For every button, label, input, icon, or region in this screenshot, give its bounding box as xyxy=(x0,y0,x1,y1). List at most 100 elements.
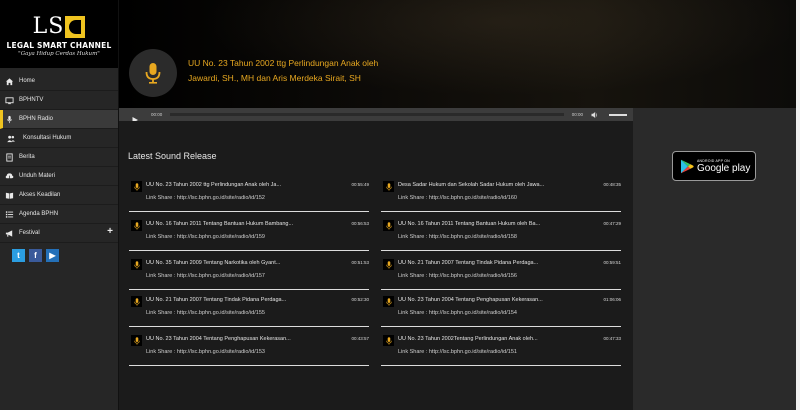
now-playing-microphone-icon xyxy=(129,49,177,97)
microphone-icon xyxy=(131,335,142,346)
track-title: UU No. 23 Tahun 2002Tentang Perlindungan… xyxy=(398,336,538,342)
sidebar-item-label: Agenda BPHN xyxy=(19,211,59,217)
social-links: t f ▶ xyxy=(0,243,118,262)
track-item[interactable]: UU No. 16 Tahun 2011 Tentang Bantuan Huk… xyxy=(129,217,369,251)
sidebar-item-label: BPHN Radio xyxy=(19,116,54,122)
track-duration: 01:06:06 xyxy=(603,297,621,302)
track-item[interactable]: UU No. 23 Tahun 2002 ttg Perlindungan An… xyxy=(129,178,369,212)
home-icon xyxy=(4,76,14,86)
microphone-icon xyxy=(4,114,14,124)
track-item[interactable]: UU No. 16 Tahun 2011 Tentang Bantuan Huk… xyxy=(381,217,621,251)
people-icon xyxy=(6,133,16,143)
volume-icon[interactable] xyxy=(591,111,599,119)
microphone-icon xyxy=(383,220,394,231)
list-icon xyxy=(4,209,14,219)
section-title: Latest Sound Release xyxy=(128,151,217,161)
google-play-badge[interactable]: ANDROID APP ON Google play xyxy=(672,151,756,181)
sidebar-item-label: Konsultasi Hukum xyxy=(23,135,72,141)
main-content: Latest Sound Release UU No. 23 Tahun 200… xyxy=(119,121,633,410)
book-icon xyxy=(4,190,14,200)
sidebar-item-label: Festival xyxy=(19,230,40,236)
track-item[interactable]: Desa Sadar Hukum dan Sekolah Sadar Hukum… xyxy=(381,178,621,212)
tv-icon xyxy=(4,95,14,105)
logo-tagline: "Gaya Hidup Cerdas Hukum" xyxy=(18,51,100,57)
track-title: Desa Sadar Hukum dan Sekolah Sadar Hukum… xyxy=(398,182,545,188)
sidebar-item-label: Berita xyxy=(19,154,35,160)
facebook-icon[interactable]: f xyxy=(29,249,42,262)
track-link[interactable]: Link Share : http://lsc.bphn.go.id/site/… xyxy=(398,234,517,240)
track-item[interactable]: UU No. 21 Tahun 2007 Tentang Tindak Pida… xyxy=(129,293,369,327)
microphone-icon xyxy=(383,335,394,346)
track-link[interactable]: Link Share : http://lsc.bphn.go.id/site/… xyxy=(398,195,517,201)
logo[interactable]: LS LEGAL SMART CHANNEL "Gaya Hidup Cerda… xyxy=(0,0,118,68)
track-duration: 00:59:51 xyxy=(603,260,621,265)
track-title: UU No. 35 Tahun 2009 Tentang Narkotika o… xyxy=(146,260,281,266)
track-link[interactable]: Link Share : http://lsc.bphn.go.id/site/… xyxy=(146,310,265,316)
sidebar-item-label: Home xyxy=(19,78,36,84)
track-item[interactable]: UU No. 23 Tahun 2004 Tentang Penghapusan… xyxy=(129,332,369,366)
track-link[interactable]: Link Share : http://lsc.bphn.go.id/site/… xyxy=(146,349,265,355)
track-duration: 00:43:57 xyxy=(351,336,369,341)
sidebar-nav: Home BPHNTV BPHN Radio Konsultasi Hukum xyxy=(0,72,118,243)
current-time: 00:00 xyxy=(151,112,163,117)
sidebar-item-bphntv[interactable]: BPHNTV xyxy=(0,91,118,110)
sidebar-item-akses-keadilan[interactable]: Akses Keadilan xyxy=(0,186,118,205)
track-link[interactable]: Link Share : http://lsc.bphn.go.id/site/… xyxy=(398,273,517,279)
microphone-icon xyxy=(131,220,142,231)
sidebar-item-festival[interactable]: Festival + xyxy=(0,224,118,243)
track-duration: 00:55:49 xyxy=(351,182,369,187)
track-link[interactable]: Link Share : http://lsc.bphn.go.id/site/… xyxy=(146,273,265,279)
app-root: LS LEGAL SMART CHANNEL "Gaya Hidup Cerda… xyxy=(0,0,800,410)
microphone-icon xyxy=(383,181,394,192)
play-button[interactable] xyxy=(131,111,139,123)
download-icon xyxy=(4,171,14,181)
microphone-icon xyxy=(131,181,142,192)
progress-bar[interactable] xyxy=(170,113,564,116)
page-scrollbar[interactable] xyxy=(796,0,800,410)
track-item[interactable]: UU No. 21 Tahun 2007 Tentang Tindak Pida… xyxy=(381,256,621,290)
now-playing-header: UU No. 23 Tahun 2002 ttg Perlindungan An… xyxy=(119,0,796,108)
sidebar-item-label: Akses Keadilan xyxy=(19,192,61,198)
sidebar-item-agenda-bphn[interactable]: Agenda BPHN xyxy=(0,205,118,224)
logo-c-mark xyxy=(65,16,86,38)
expand-plus-icon[interactable]: + xyxy=(107,227,113,237)
track-link[interactable]: Link Share : http://lsc.bphn.go.id/site/… xyxy=(398,349,517,355)
sidebar-item-home[interactable]: Home xyxy=(0,72,118,91)
volume-slider[interactable] xyxy=(609,113,627,116)
track-duration: 00:51:53 xyxy=(351,260,369,265)
youtube-icon[interactable]: ▶ xyxy=(46,249,59,262)
track-title: UU No. 23 Tahun 2002 ttg Perlindungan An… xyxy=(146,182,282,188)
sidebar-item-konsultasi-hukum[interactable]: Konsultasi Hukum xyxy=(0,129,118,148)
sidebar-item-label: BPHNTV xyxy=(19,97,44,103)
google-play-text: ANDROID APP ON Google play xyxy=(697,159,750,174)
sidebar-item-unduh-materi[interactable]: Unduh Materi xyxy=(0,167,118,186)
track-duration: 00:47:29 xyxy=(603,221,621,226)
track-link[interactable]: Link Share : http://lsc.bphn.go.id/site/… xyxy=(146,234,265,240)
sidebar-item-berita[interactable]: Berita xyxy=(0,148,118,167)
twitter-icon[interactable]: t xyxy=(12,249,25,262)
microphone-icon xyxy=(131,296,142,307)
sidebar: LS LEGAL SMART CHANNEL "Gaya Hidup Cerda… xyxy=(0,0,119,410)
microphone-icon xyxy=(383,259,394,270)
track-item[interactable]: UU No. 23 Tahun 2004 Tentang Penghapusan… xyxy=(381,293,621,327)
track-item[interactable]: UU No. 35 Tahun 2009 Tentang Narkotika o… xyxy=(129,256,369,290)
megaphone-icon xyxy=(4,228,14,238)
track-duration: 00:52:30 xyxy=(351,297,369,302)
now-playing-title: UU No. 23 Tahun 2002 ttg Perlindungan An… xyxy=(188,58,379,83)
track-link[interactable]: Link Share : http://lsc.bphn.go.id/site/… xyxy=(146,195,265,201)
logo-name: LEGAL SMART CHANNEL xyxy=(6,41,112,50)
track-title: UU No. 21 Tahun 2007 Tentang Tindak Pida… xyxy=(398,260,539,266)
audio-player: 00:00 00:00 xyxy=(119,108,633,123)
track-duration: 00:48:35 xyxy=(603,182,621,187)
track-title: UU No. 16 Tahun 2011 Tentang Bantuan Huk… xyxy=(398,221,541,227)
track-title: UU No. 21 Tahun 2007 Tentang Tindak Pida… xyxy=(146,297,287,303)
sidebar-item-bphn-radio[interactable]: BPHN Radio xyxy=(0,110,118,129)
track-item[interactable]: UU No. 23 Tahun 2002Tentang Perlindungan… xyxy=(381,332,621,366)
track-link[interactable]: Link Share : http://lsc.bphn.go.id/site/… xyxy=(398,310,517,316)
document-icon xyxy=(4,152,14,162)
sidebar-item-label: Unduh Materi xyxy=(19,173,56,179)
google-play-icon xyxy=(680,159,694,174)
google-play-big-text: Google play xyxy=(697,162,751,174)
track-duration: 00:47:33 xyxy=(603,336,621,341)
logo-mark: LS xyxy=(0,12,118,38)
